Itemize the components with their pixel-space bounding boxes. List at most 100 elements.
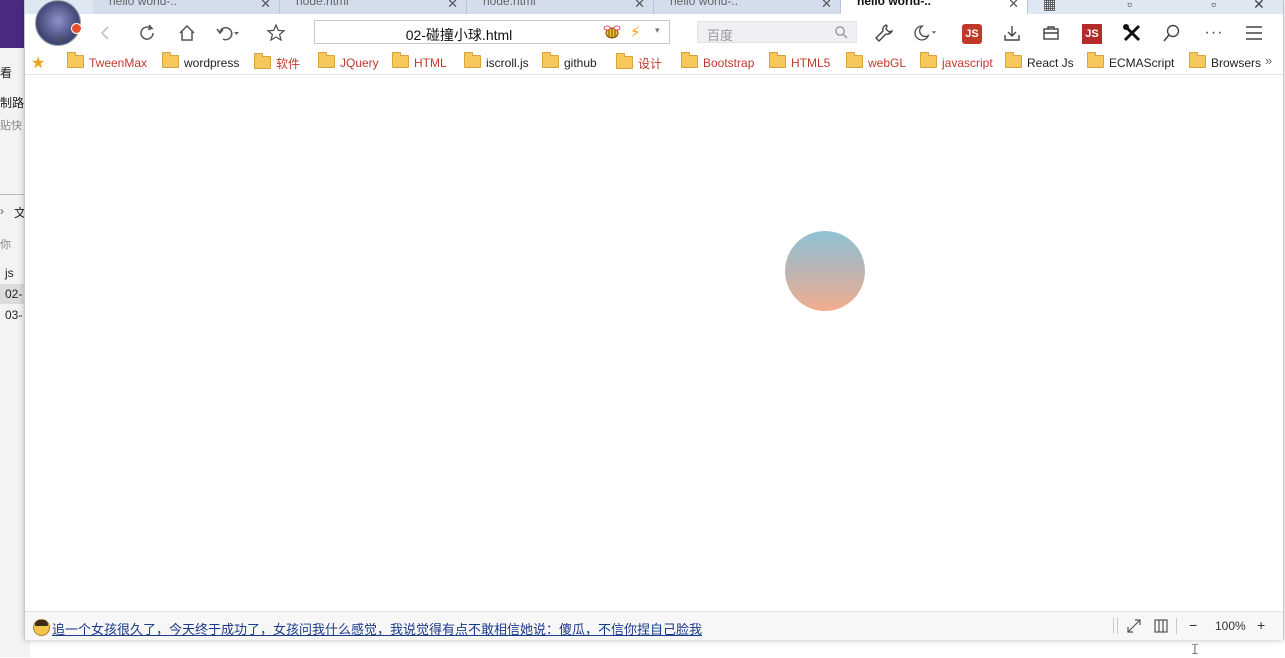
star-icon: [266, 23, 286, 42]
chevron-double-right-icon[interactable]: »: [1265, 53, 1272, 68]
text-cursor-icon: 𝙸: [1190, 641, 1200, 657]
split-view-icon[interactable]: [1153, 618, 1169, 634]
folder-icon: [681, 52, 698, 68]
background-file-item[interactable]: js: [5, 266, 14, 280]
zoom-out-button[interactable]: −: [1189, 617, 1197, 633]
folder-icon: [1087, 52, 1104, 68]
news-link[interactable]: 追一个女孩很久了，今天终于成功了，女孩问我什么感觉，我说觉得有点不敢相信她说：傻…: [52, 619, 702, 638]
bookmark-item[interactable]: TweenMax: [67, 52, 148, 71]
maximize-icon[interactable]: ▫: [1211, 0, 1216, 12]
bookmark-item[interactable]: JQuery: [318, 52, 379, 71]
tab-label: node.html: [296, 0, 349, 8]
bookmark-label: github: [564, 56, 597, 70]
undo-close-button[interactable]: [214, 20, 240, 46]
tab[interactable]: hello world-.. ✕: [654, 0, 841, 14]
chevron-down-icon[interactable]: ▼: [56, 35, 64, 44]
bookmark-item[interactable]: Browsers: [1189, 52, 1262, 71]
bee-icon[interactable]: [603, 24, 621, 40]
bookmark-label: React Js: [1027, 56, 1074, 70]
zoom-in-button[interactable]: +: [1257, 617, 1265, 633]
js-badge-icon[interactable]: JS: [1082, 24, 1102, 44]
bouncing-ball: [785, 231, 865, 311]
reload-button[interactable]: [134, 20, 160, 46]
minimize-icon[interactable]: ▫: [1127, 0, 1132, 12]
close-icon[interactable]: ✕: [1008, 0, 1019, 12]
chevron-down-icon[interactable]: ▾: [655, 25, 660, 36]
tab[interactable]: hello world-.. ✕: [93, 0, 280, 14]
toolbox-button[interactable]: [1038, 20, 1064, 46]
devtools-button[interactable]: [1119, 20, 1145, 46]
close-icon[interactable]: ✕: [447, 0, 458, 12]
background-text: 贴快: [0, 120, 22, 132]
bookmark-item[interactable]: ECMAScript: [1087, 52, 1174, 71]
bookmark-item[interactable]: github: [542, 52, 597, 71]
bookmark-item[interactable]: 软件: [254, 53, 300, 71]
tools-button[interactable]: [871, 20, 897, 46]
menu-button[interactable]: [1241, 20, 1267, 46]
cross-tools-icon: [1123, 24, 1141, 42]
bookmark-label: TweenMax: [89, 56, 148, 70]
folder-icon: [920, 52, 937, 68]
tab-active[interactable]: hello world-.. ✕: [841, 0, 1028, 14]
close-icon[interactable]: ✕: [260, 0, 271, 12]
bookmark-item[interactable]: wordpress: [162, 52, 240, 71]
address-url[interactable]: 02-碰撞小球.html: [315, 25, 603, 45]
bookmark-item[interactable]: HTML5: [769, 52, 830, 71]
back-button[interactable]: [93, 20, 119, 46]
tab-label: hello world-..: [857, 0, 931, 8]
zoom-level[interactable]: 100%: [1215, 619, 1246, 633]
window-close-icon[interactable]: ✕: [1253, 0, 1265, 13]
tab[interactable]: node.html ✕: [280, 0, 467, 14]
navigation-toolbar: ▼ 02-碰撞小球.html ⚡ ▾ 百度 JS JS ···: [25, 0, 1283, 52]
background-file-item[interactable]: 02-: [5, 287, 22, 301]
feedback-button[interactable]: [1159, 20, 1185, 46]
chevron-right-icon: ›: [0, 204, 4, 218]
bookmark-item[interactable]: iscroll.js: [464, 52, 529, 71]
background-text: 看: [0, 66, 13, 80]
arrow-left-icon: [100, 26, 109, 40]
folder-icon: [254, 53, 271, 69]
bookmark-label: Browsers: [1211, 56, 1262, 70]
status-divider: [1117, 618, 1118, 634]
face-emoji-icon: [33, 619, 50, 636]
folder-icon: [67, 52, 84, 68]
folder-icon: [769, 52, 786, 68]
status-bar: 追一个女孩很久了，今天终于成功了，女孩问我什么感觉，我说觉得有点不敢相信她说：傻…: [25, 611, 1283, 640]
page-content: [25, 75, 1283, 610]
toolbox-icon: [1043, 26, 1059, 40]
download-icon: [1004, 26, 1020, 41]
favorite-button[interactable]: [263, 20, 289, 46]
undo-icon: [216, 26, 239, 41]
folder-icon: [318, 52, 335, 68]
notification-dot: [71, 23, 82, 34]
folder-icon: [1189, 52, 1206, 68]
background-file-item[interactable]: 03-: [5, 308, 22, 322]
bookmark-item[interactable]: React Js: [1005, 52, 1074, 71]
close-icon[interactable]: ✕: [634, 0, 645, 12]
star-icon[interactable]: ★: [31, 53, 45, 73]
fullscreen-icon[interactable]: [1126, 618, 1142, 634]
search-input[interactable]: 百度: [697, 21, 857, 43]
lightning-icon[interactable]: ⚡: [630, 23, 641, 41]
hamburger-menu-icon: [1246, 26, 1262, 40]
tab-list-icon[interactable]: ▦: [1043, 0, 1056, 13]
bookmark-label: webGL: [868, 56, 907, 70]
search-icon[interactable]: [834, 25, 848, 39]
bookmark-item[interactable]: webGL: [846, 52, 907, 71]
close-icon[interactable]: ✕: [821, 0, 832, 12]
address-bar[interactable]: 02-碰撞小球.html ⚡ ▾: [314, 20, 670, 44]
js-extension-icon[interactable]: JS: [962, 24, 982, 44]
bookmark-item[interactable]: HTML: [392, 52, 447, 71]
bookmark-label: wordpress: [184, 56, 240, 70]
tab-label: node.html: [483, 0, 536, 8]
bookmark-item[interactable]: 设计: [616, 53, 662, 71]
download-button[interactable]: [999, 20, 1025, 46]
more-button[interactable]: ···: [1201, 20, 1227, 46]
bookmark-item[interactable]: javascript: [920, 52, 993, 71]
home-button[interactable]: [174, 20, 200, 46]
night-mode-button[interactable]: [911, 20, 937, 46]
reload-icon: [140, 24, 154, 40]
home-icon: [179, 24, 195, 41]
tab[interactable]: node.html ✕: [467, 0, 654, 14]
bookmark-item[interactable]: Bootstrap: [681, 52, 754, 71]
